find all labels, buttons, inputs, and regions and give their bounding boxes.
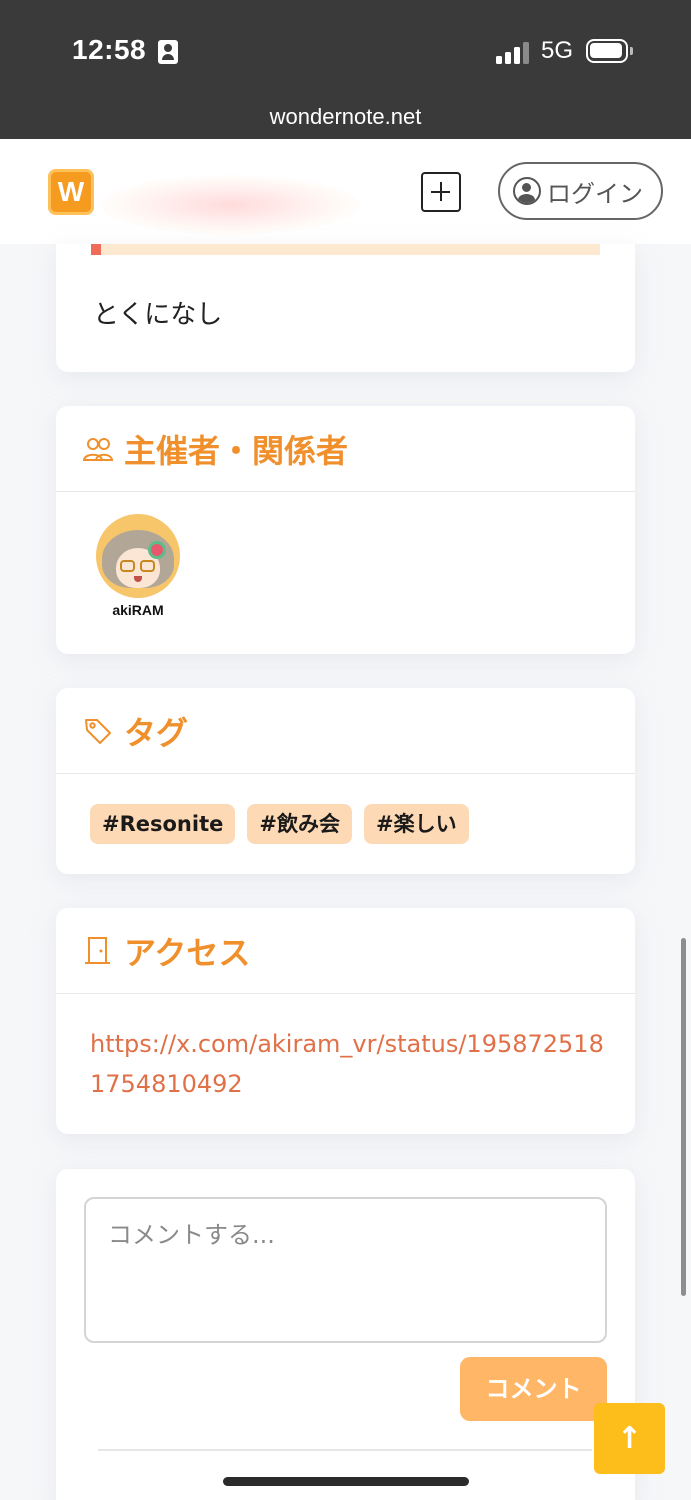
tags-title: タグ (124, 713, 189, 752)
event-note: とくになし (93, 300, 223, 330)
scroll-to-top-button[interactable]: ↑ (594, 1403, 665, 1474)
tag-chip[interactable]: #飲み会 (247, 804, 352, 844)
comment-submit-button[interactable]: コメント (460, 1357, 607, 1421)
door-icon (85, 936, 110, 964)
users-icon (82, 437, 114, 461)
login-button[interactable]: ログイン (498, 162, 663, 220)
status-time: 12:58 (72, 34, 147, 65)
tags-card: タグ #Resonite #飲み会 #楽しい (56, 688, 635, 874)
url-bar[interactable]: wondernote.net (0, 104, 691, 130)
tag-icon (85, 718, 111, 744)
access-header: アクセス (56, 908, 635, 994)
access-card: アクセス https://x.com/akiram_vr/status/1958… (56, 908, 635, 1134)
login-label: ログイン (547, 179, 643, 208)
organizers-header: 主催者・関係者 (56, 406, 635, 492)
plus-square-icon[interactable] (421, 172, 461, 212)
tag-list: #Resonite #飲み会 #楽しい (90, 804, 469, 844)
organizers-title: 主催者・関係者 (124, 431, 349, 470)
signal-icon (496, 40, 532, 64)
scrollbar[interactable] (681, 938, 686, 1296)
home-indicator[interactable] (223, 1477, 469, 1486)
contact-card-icon (158, 40, 178, 64)
network-type: 5G (541, 37, 574, 64)
access-link[interactable]: https://x.com/akiram_vr/status/195872518… (90, 1024, 610, 1104)
progress-fill (91, 244, 102, 255)
tag-chip[interactable]: #楽しい (363, 804, 469, 844)
site-logo[interactable]: W (48, 169, 94, 215)
status-bar: 12:58 5G wondernote.net (0, 0, 691, 139)
site-header: W ログイン (0, 139, 691, 244)
comment-input[interactable] (84, 1197, 607, 1343)
progress-bar (91, 244, 600, 255)
access-title: アクセス (124, 933, 251, 972)
arrow-up-icon: ↑ (616, 1421, 643, 1456)
tags-header: タグ (56, 688, 635, 774)
divider (98, 1449, 592, 1451)
battery-full-icon (586, 39, 633, 63)
user-circle-icon (513, 177, 541, 205)
tag-chip[interactable]: #Resonite (90, 804, 236, 844)
avatar[interactable] (96, 514, 180, 598)
organizers-card: 主催者・関係者 akiRAM (56, 406, 635, 654)
comment-card: コメント (56, 1169, 635, 1500)
event-detail-card: とくになし (56, 244, 635, 372)
member-name[interactable]: akiRAM (96, 602, 180, 618)
